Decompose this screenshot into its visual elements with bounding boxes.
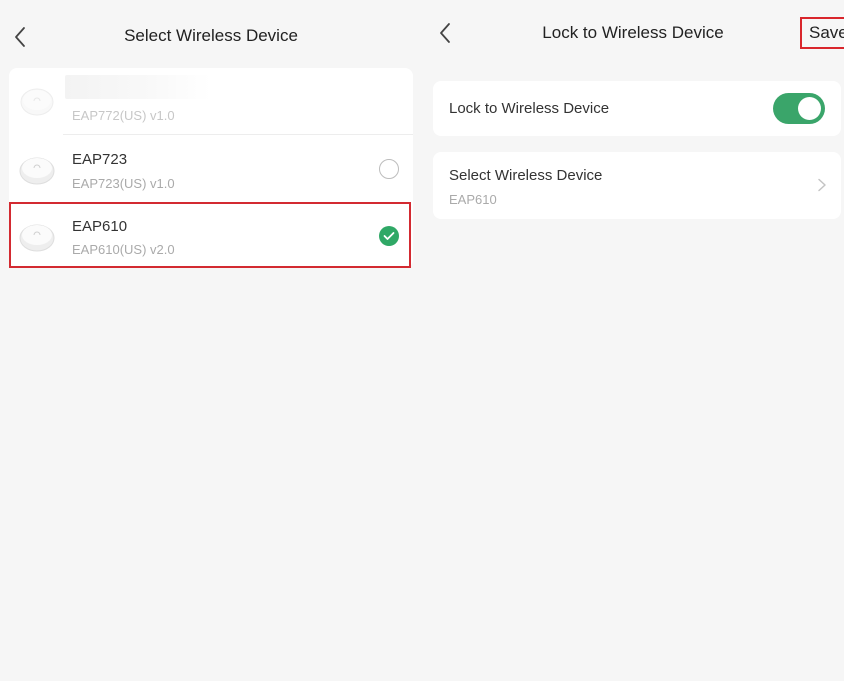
device-radio-checked[interactable] <box>379 226 399 246</box>
device-list: EAP772(US) v1.0 EAP723 EAP723(US) v1.0 E… <box>9 68 413 268</box>
toggle-knob <box>798 97 821 120</box>
select-device-row[interactable]: Select Wireless Device EAP610 <box>433 152 841 219</box>
page-title: Select Wireless Device <box>124 26 298 45</box>
device-list-item-selected[interactable]: EAP610 EAP610(US) v2.0 <box>9 202 413 268</box>
lock-toggle-row: Lock to Wireless Device <box>433 81 841 136</box>
page-title: Lock to Wireless Device <box>542 23 724 42</box>
chevron-right-icon <box>818 178 826 192</box>
save-button[interactable]: Save <box>800 17 844 49</box>
select-device-value: EAP610 <box>449 192 497 207</box>
lock-toggle-label: Lock to Wireless Device <box>449 100 610 117</box>
lock-to-wireless-device-screen: Lock to Wireless Device Save Lock to Wir… <box>422 0 844 681</box>
lock-toggle-switch[interactable] <box>773 93 825 124</box>
check-icon <box>383 232 395 240</box>
device-list-item[interactable]: EAP723 EAP723(US) v1.0 <box>9 135 413 201</box>
access-point-icon <box>20 88 54 116</box>
device-name: EAP610 <box>72 218 128 235</box>
select-wireless-device-screen: Select Wireless Device EAP772(US) v1.0 E… <box>0 0 422 681</box>
device-model: EAP723(US) v1.0 <box>72 176 175 191</box>
select-device-label: Select Wireless Device <box>449 167 603 184</box>
device-name <box>65 75 211 99</box>
device-radio[interactable] <box>379 159 399 179</box>
device-model: EAP772(US) v1.0 <box>72 108 175 123</box>
device-name: EAP723 <box>72 151 128 168</box>
device-model: EAP610(US) v2.0 <box>72 242 175 257</box>
device-list-item[interactable]: EAP772(US) v1.0 <box>9 68 413 134</box>
access-point-icon <box>19 224 55 252</box>
access-point-icon <box>19 157 55 185</box>
